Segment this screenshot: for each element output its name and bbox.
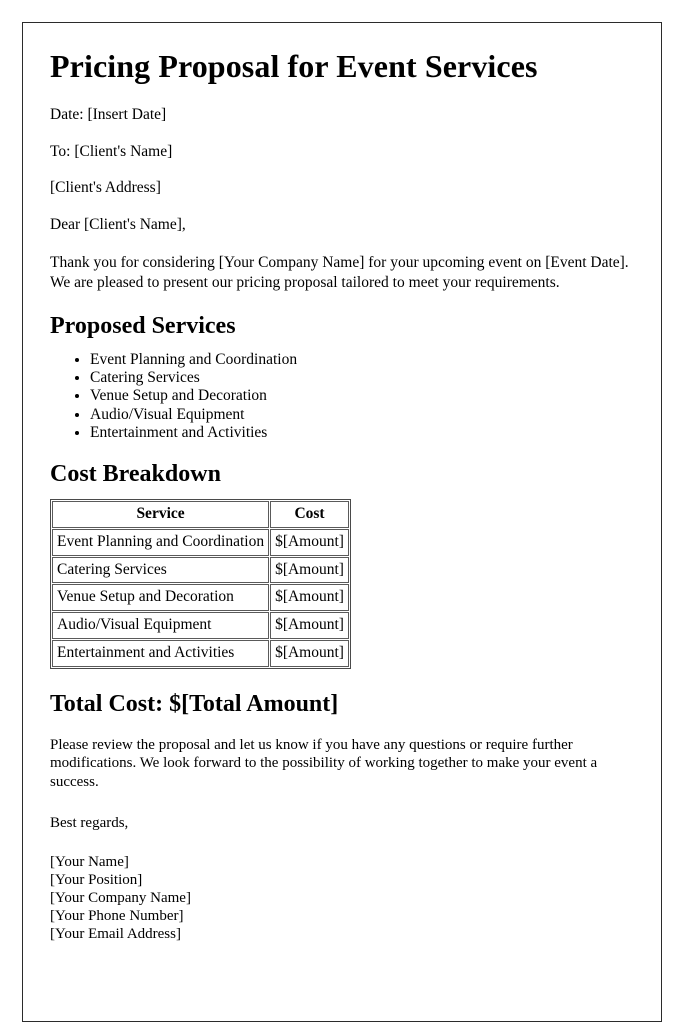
list-item: Catering Services — [90, 369, 635, 387]
table-row: Event Planning and Coordination $[Amount… — [52, 528, 349, 556]
signature-email: [Your Email Address] — [50, 925, 181, 942]
page-title: Pricing Proposal for Event Services — [50, 48, 538, 84]
table-row: Entertainment and Activities $[Amount] — [52, 640, 349, 667]
list-item: Entertainment and Activities — [90, 424, 635, 442]
cell-service: Audio/Visual Equipment — [52, 612, 270, 639]
table-header-row: Service Cost — [52, 500, 349, 528]
document-page: Pricing Proposal for Event Services Date… — [22, 22, 662, 1022]
cell-service: Venue Setup and Decoration — [52, 584, 270, 612]
cell-cost: $[Amount] — [270, 556, 349, 584]
cell-service: Event Planning and Coordination — [52, 528, 270, 556]
cost-breakdown-heading: Cost Breakdown — [50, 461, 221, 488]
list-item: Audio/Visual Equipment — [90, 406, 635, 424]
table-body: Event Planning and Coordination $[Amount… — [52, 528, 349, 667]
salutation-line: Dear [Client's Name], — [50, 215, 186, 233]
table-row: Audio/Visual Equipment $[Amount] — [52, 612, 349, 639]
date-line: Date: [Insert Date] — [50, 106, 167, 124]
proposed-services-list: Event Planning and Coordination Catering… — [50, 351, 635, 442]
intro-paragraph: Thank you for considering [Your Company … — [50, 253, 629, 292]
document-body: Pricing Proposal for Event Services Date… — [23, 23, 661, 943]
cost-breakdown-table: Service Cost Event Planning and Coordina… — [50, 498, 351, 669]
column-header-cost: Cost — [270, 500, 349, 528]
closing-paragraph: Please review the proposal and let us kn… — [50, 736, 598, 791]
recipient-name-line: To: [Client's Name] — [50, 142, 173, 160]
cell-cost: $[Amount] — [270, 584, 349, 612]
signature-block: [Your Name] [Your Position] [Your Compan… — [50, 853, 635, 943]
recipient-address-line: [Client's Address] — [50, 179, 161, 197]
proposed-services-heading: Proposed Services — [50, 312, 236, 339]
cell-cost: $[Amount] — [270, 640, 349, 667]
table-row: Venue Setup and Decoration $[Amount] — [52, 584, 349, 612]
signature-phone: [Your Phone Number] — [50, 907, 184, 924]
list-item: Event Planning and Coordination — [90, 351, 635, 369]
signature-name: [Your Name] — [50, 853, 129, 870]
cell-service: Catering Services — [52, 556, 270, 584]
signature-position: [Your Position] — [50, 871, 143, 888]
cell-cost: $[Amount] — [270, 528, 349, 556]
signoff-line: Best regards, — [50, 814, 129, 831]
cell-cost: $[Amount] — [270, 612, 349, 639]
list-item: Venue Setup and Decoration — [90, 387, 635, 405]
cell-service: Entertainment and Activities — [52, 640, 270, 667]
table-head: Service Cost — [52, 500, 349, 528]
column-header-service: Service — [52, 500, 270, 528]
total-cost-heading: Total Cost: $[Total Amount] — [50, 690, 339, 717]
table-row: Catering Services $[Amount] — [52, 556, 349, 584]
signature-company: [Your Company Name] — [50, 889, 191, 906]
